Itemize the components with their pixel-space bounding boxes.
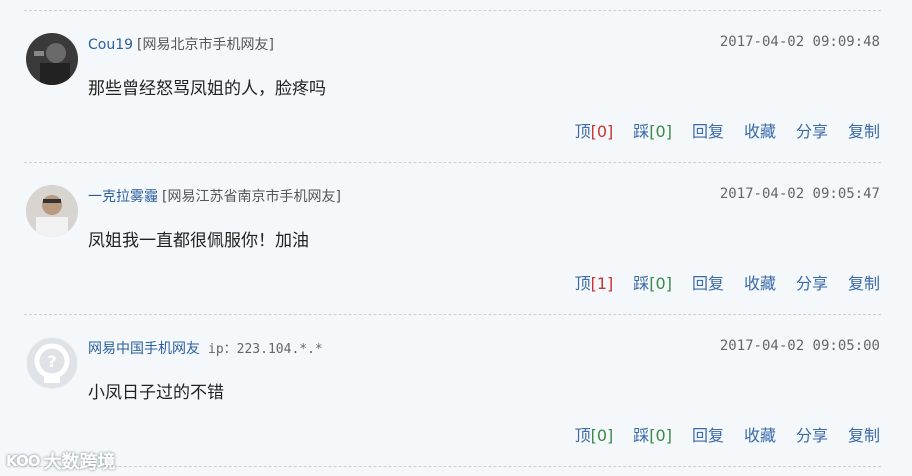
share-button[interactable]: 分享 bbox=[796, 422, 828, 446]
avatar-photo-icon bbox=[26, 33, 78, 85]
watermark-logo: KOO bbox=[6, 452, 40, 470]
comment-item: ? 网易中国手机网友 ip：223.104.*.* 2017-04-02 09:0… bbox=[0, 314, 912, 466]
user-location: [网易江苏省南京市手机网友] bbox=[162, 189, 341, 205]
downvote-button[interactable]: 踩[0] bbox=[633, 270, 672, 294]
downvote-button[interactable]: 踩[0] bbox=[633, 118, 672, 142]
username-link[interactable]: 一克拉雾霾 bbox=[88, 189, 158, 205]
comment-meta: Cou19 [网易北京市手机网友] bbox=[88, 34, 274, 54]
reply-button[interactable]: 回复 bbox=[692, 422, 724, 446]
reply-button[interactable]: 回复 bbox=[692, 118, 724, 142]
comment-text: 凤姐我一直都很佩服你！加油 bbox=[88, 231, 309, 251]
comment-meta: 网易中国手机网友 ip：223.104.*.* bbox=[88, 338, 323, 358]
share-button[interactable]: 分享 bbox=[796, 270, 828, 294]
comment-meta: 一克拉雾霾 [网易江苏省南京市手机网友] bbox=[88, 186, 341, 206]
watermark-text: 大数跨境 bbox=[43, 452, 116, 473]
user-location: [网易北京市手机网友] bbox=[137, 37, 274, 53]
copy-button[interactable]: 复制 bbox=[848, 270, 880, 294]
comment-item: 一克拉雾霾 [网易江苏省南京市手机网友] 2017-04-02 09:05:47 … bbox=[0, 162, 912, 314]
reply-button[interactable]: 回复 bbox=[692, 270, 724, 294]
comment-timestamp: 2017-04-02 09:09:48 bbox=[719, 34, 880, 50]
comment-text: 小凤日子过的不错 bbox=[88, 383, 224, 403]
comment-timestamp: 2017-04-02 09:05:47 bbox=[719, 186, 880, 202]
user-avatar[interactable] bbox=[26, 185, 78, 237]
collect-button[interactable]: 收藏 bbox=[744, 118, 776, 142]
comment-actions: 顶[0] 踩[0] 回复 收藏 分享 复制 bbox=[575, 422, 880, 446]
share-button[interactable]: 分享 bbox=[796, 118, 828, 142]
copy-button[interactable]: 复制 bbox=[848, 118, 880, 142]
downvote-button[interactable]: 踩[0] bbox=[633, 422, 672, 446]
user-avatar[interactable] bbox=[26, 33, 78, 85]
watermark: KOO 大数跨境 bbox=[6, 448, 115, 474]
upvote-button[interactable]: 顶[0] bbox=[575, 422, 614, 446]
username-link[interactable]: Cou19 bbox=[88, 37, 133, 53]
default-avatar-icon: ? bbox=[27, 338, 77, 388]
divider bbox=[24, 466, 881, 467]
comment-timestamp: 2017-04-02 09:05:00 bbox=[719, 338, 880, 354]
comment-item: Cou19 [网易北京市手机网友] 2017-04-02 09:09:48 那些曾… bbox=[0, 10, 912, 162]
username-link[interactable]: 网易中国手机网友 bbox=[88, 341, 200, 357]
upvote-button[interactable]: 顶[1] bbox=[575, 270, 614, 294]
comment-actions: 顶[0] 踩[0] 回复 收藏 分享 复制 bbox=[575, 118, 880, 142]
upvote-button[interactable]: 顶[0] bbox=[575, 118, 614, 142]
collect-button[interactable]: 收藏 bbox=[744, 422, 776, 446]
collect-button[interactable]: 收藏 bbox=[744, 270, 776, 294]
comment-text: 那些曾经怒骂凤姐的人，脸疼吗 bbox=[88, 79, 326, 99]
user-ip: ip：223.104.*.* bbox=[208, 342, 323, 357]
svg-text:?: ? bbox=[47, 352, 56, 371]
comment-actions: 顶[1] 踩[0] 回复 收藏 分享 复制 bbox=[575, 270, 880, 294]
user-avatar[interactable]: ? bbox=[26, 337, 78, 389]
avatar-photo-icon bbox=[26, 185, 78, 237]
copy-button[interactable]: 复制 bbox=[848, 422, 880, 446]
